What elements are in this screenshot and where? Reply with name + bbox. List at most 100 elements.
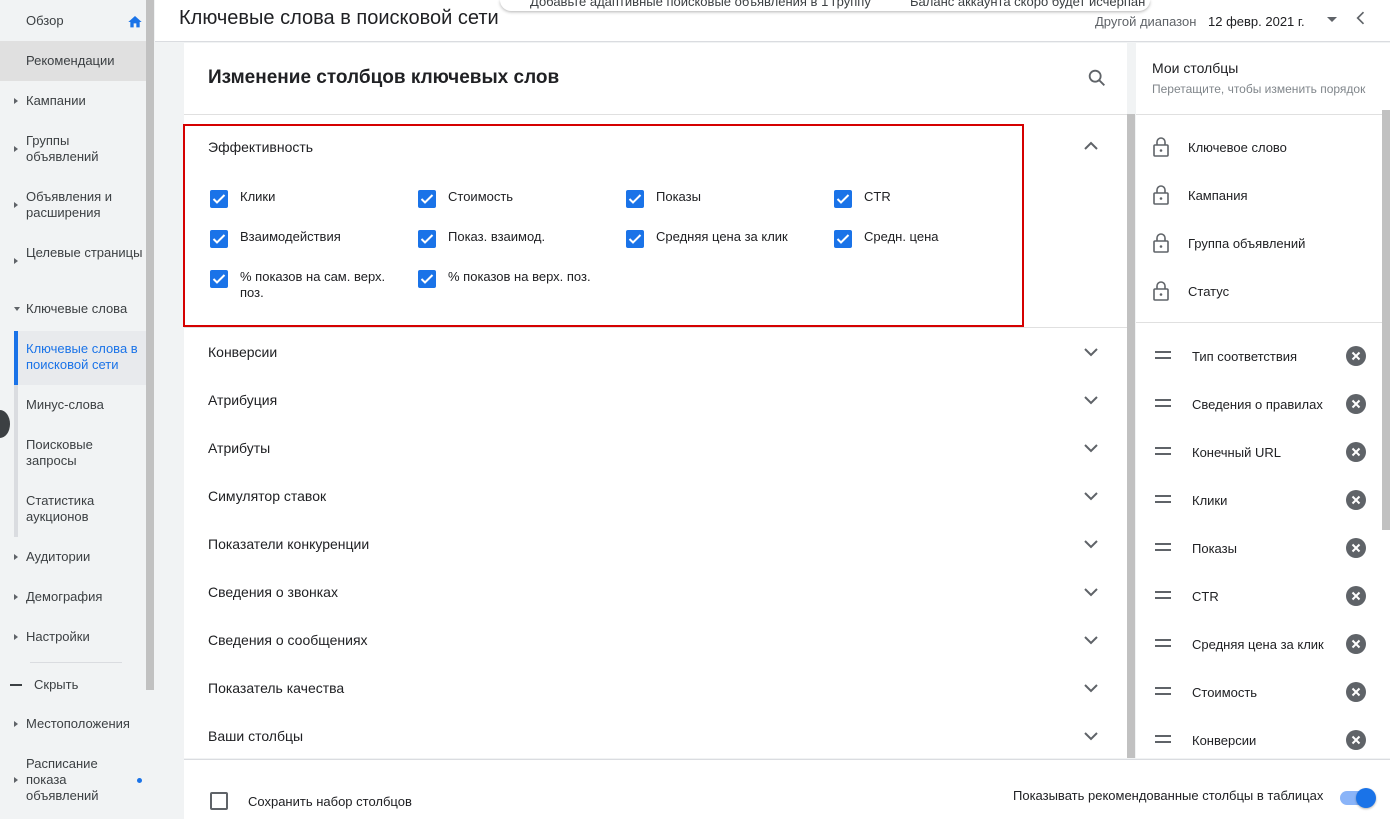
chevron-down-icon [1084, 396, 1098, 405]
section-call-details[interactable]: Сведения о звонках [184, 568, 1127, 616]
sidebar-item-label: Минус-слова [26, 397, 104, 412]
caret-right-icon [14, 202, 18, 208]
section-attributes[interactable]: Атрибуты [184, 424, 1127, 472]
movable-column-item[interactable]: Стоимость [1136, 668, 1390, 716]
section-conversions[interactable]: Конверсии [184, 328, 1127, 376]
sidebar-item-ads-extensions[interactable]: Объявления и расширения [0, 189, 146, 223]
section-label: Показатель качества [208, 680, 345, 696]
sidebar-item-campaigns[interactable]: Кампании [0, 93, 146, 113]
checkbox-interaction-rate[interactable] [418, 230, 436, 248]
sidebar-hide-button[interactable]: Скрыть [0, 677, 146, 697]
drag-handle-icon[interactable] [1155, 350, 1171, 360]
main-scrollbar[interactable] [1127, 114, 1135, 758]
show-recommended-label: Показывать рекомендованные столбцы в таб… [1013, 788, 1324, 803]
checkbox-label[interactable]: Показы [656, 189, 701, 205]
checkbox-cost[interactable] [418, 190, 436, 208]
chevron-up-icon[interactable] [1082, 139, 1100, 153]
checkmark-icon [420, 194, 434, 204]
remove-icon[interactable] [1346, 634, 1366, 654]
sidebar-item-locations[interactable]: Местоположения [0, 716, 146, 736]
checkbox-label[interactable]: Средн. цена [864, 229, 939, 245]
checkbox-clicks[interactable] [210, 190, 228, 208]
my-columns-scrollbar[interactable] [1382, 110, 1390, 530]
remove-icon[interactable] [1346, 394, 1366, 414]
remove-icon[interactable] [1346, 586, 1366, 606]
chevron-down-icon [1084, 684, 1098, 693]
sidebar-item-recommendations[interactable]: Рекомендации [0, 53, 146, 73]
section-competitive-metrics[interactable]: Показатели конкуренции [184, 520, 1127, 568]
save-column-set-label[interactable]: Сохранить набор столбцов [248, 794, 412, 809]
checkbox-top-impr[interactable] [418, 270, 436, 288]
section-quality-score[interactable]: Показатель качества [184, 664, 1127, 712]
movable-column-item[interactable]: Средняя цена за клик [1136, 620, 1390, 668]
sidebar-item-landing-pages[interactable]: Целевые страницы [0, 245, 146, 279]
chevron-down-icon [1084, 348, 1098, 357]
remove-icon[interactable] [1346, 538, 1366, 558]
drag-handle-icon[interactable] [1155, 398, 1171, 408]
sidebar-item-overview[interactable]: Обзор [0, 13, 146, 33]
movable-column-item[interactable]: Конверсии [1136, 716, 1390, 764]
remove-icon[interactable] [1346, 442, 1366, 462]
remove-icon[interactable] [1346, 682, 1366, 702]
movable-column-item[interactable]: Конечный URL [1136, 428, 1390, 476]
locked-column-item: Группа объявлений [1136, 219, 1390, 267]
notification-bar[interactable]: Добавьте адаптивные поисковые объявления… [500, 0, 1150, 11]
sidebar-item-ad-groups[interactable]: Группы объявлений [0, 133, 146, 167]
checkbox-interactions[interactable] [210, 230, 228, 248]
checkbox-label[interactable]: Стоимость [448, 189, 513, 205]
movable-column-item[interactable]: Показы [1136, 524, 1390, 572]
drag-handle-icon[interactable] [1155, 686, 1171, 696]
date-range-label[interactable]: Другой диапазон [1095, 14, 1196, 29]
drag-handle-icon[interactable] [1155, 638, 1171, 648]
checkbox-label[interactable]: Средняя цена за клик [656, 229, 788, 245]
sidebar-item-search-keywords[interactable]: Ключевые слова в поисковой сети [0, 341, 146, 375]
date-dropdown-icon[interactable] [1327, 17, 1337, 22]
drag-handle-icon[interactable] [1155, 734, 1171, 744]
checkbox-label[interactable]: Показ. взаимод. [448, 229, 545, 245]
section-bid-simulator[interactable]: Симулятор ставок [184, 472, 1127, 520]
checkbox-label[interactable]: % показов на сам. верх. поз. [240, 269, 400, 301]
column-label: Стоимость [1192, 685, 1258, 700]
movable-column-item[interactable]: Клики [1136, 476, 1390, 524]
performance-section-title[interactable]: Эффективность [208, 139, 313, 155]
checkbox-label[interactable]: Взаимодействия [240, 229, 341, 245]
checkbox-abs-top-impr[interactable] [210, 270, 228, 288]
sidebar-item-ad-schedule[interactable]: Расписание показа объявлений [0, 756, 146, 806]
sidebar-item-negative-keywords[interactable]: Минус-слова [0, 397, 146, 417]
sidebar-item-label: Статистика аукционов [26, 493, 95, 524]
sidebar-scrollbar[interactable] [146, 0, 154, 690]
section-label: Атрибуты [208, 440, 271, 456]
sidebar-item-keywords[interactable]: Ключевые слова [0, 301, 146, 321]
drag-handle-icon[interactable] [1155, 446, 1171, 456]
chevron-left-icon[interactable] [1351, 8, 1371, 28]
sidebar-item-search-terms[interactable]: Поисковые запросы [0, 437, 146, 471]
show-recommended-toggle[interactable] [1340, 786, 1376, 810]
section-message-details[interactable]: Сведения о сообщениях [184, 616, 1127, 664]
sidebar-item-audiences[interactable]: Аудитории [0, 549, 146, 569]
checkbox-avg-cost[interactable] [834, 230, 852, 248]
save-column-set-checkbox[interactable] [210, 792, 228, 810]
section-custom-columns[interactable]: Ваши столбцы [184, 712, 1127, 760]
date-range-value[interactable]: 12 февр. 2021 г. [1208, 14, 1305, 29]
checkbox-label[interactable]: % показов на верх. поз. [448, 269, 591, 285]
checkbox-ctr[interactable] [834, 190, 852, 208]
sidebar-item-demographics[interactable]: Демография [0, 589, 146, 609]
search-icon[interactable] [1086, 67, 1108, 89]
checkbox-label[interactable]: CTR [864, 189, 891, 205]
section-attribution[interactable]: Атрибуция [184, 376, 1127, 424]
remove-icon[interactable] [1346, 346, 1366, 366]
locked-column-item: Кампания [1136, 171, 1390, 219]
sidebar-item-auction-insights[interactable]: Статистика аукционов [0, 493, 146, 527]
movable-column-item[interactable]: Сведения о правилах [1136, 380, 1390, 428]
checkbox-label[interactable]: Клики [240, 189, 275, 205]
movable-column-item[interactable]: CTR [1136, 572, 1390, 620]
remove-icon[interactable] [1346, 490, 1366, 510]
checkbox-impressions[interactable] [626, 190, 644, 208]
remove-icon[interactable] [1346, 730, 1366, 750]
movable-column-item[interactable]: Тип соответствия [1136, 332, 1390, 380]
drag-handle-icon[interactable] [1155, 542, 1171, 552]
drag-handle-icon[interactable] [1155, 590, 1171, 600]
drag-handle-icon[interactable] [1155, 494, 1171, 504]
sidebar-item-settings[interactable]: Настройки [0, 629, 146, 649]
checkbox-avg-cpc[interactable] [626, 230, 644, 248]
